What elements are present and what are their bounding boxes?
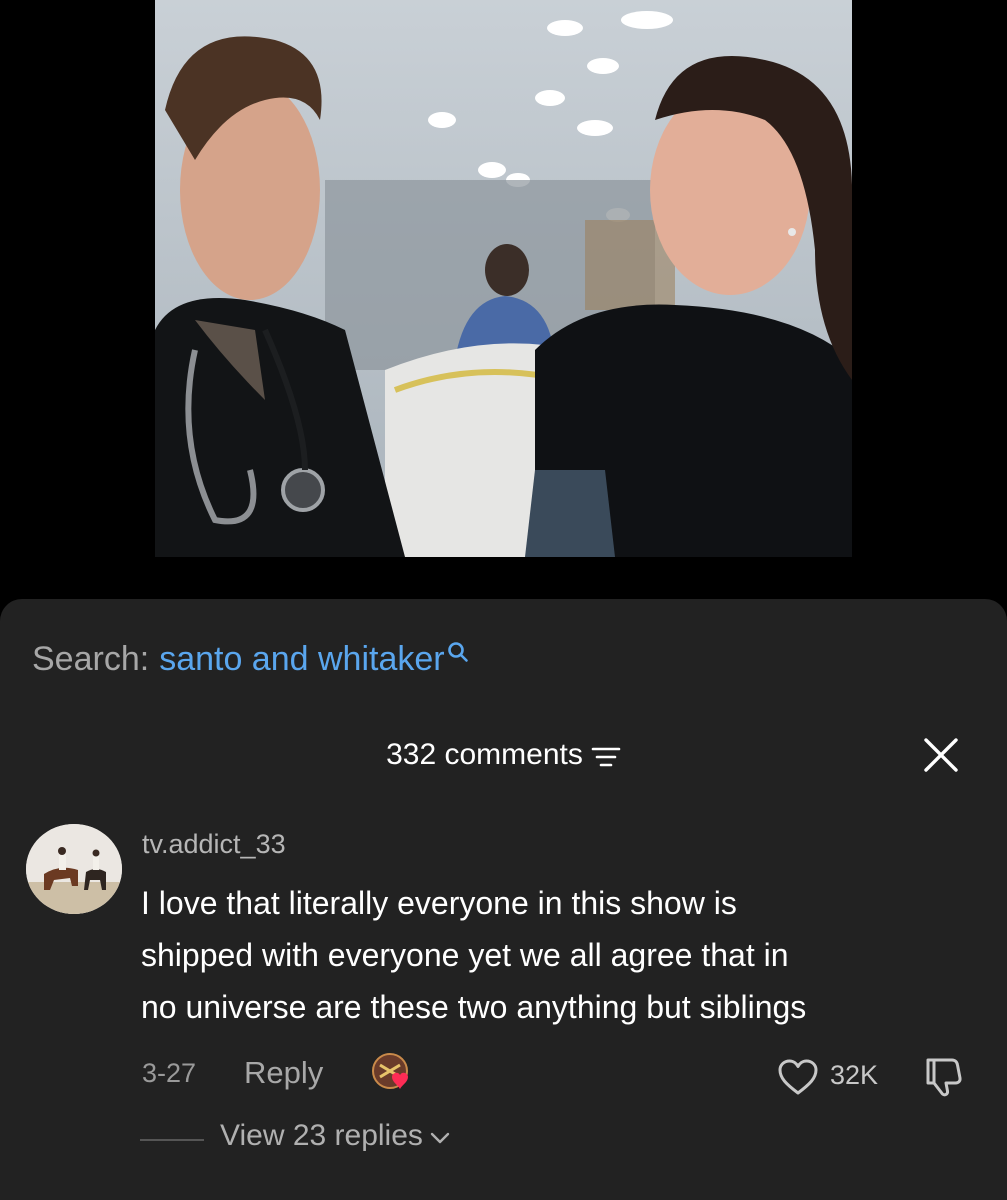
like-count: 32K [830,1060,879,1090]
avatar[interactable] [26,824,122,914]
replies-divider [140,1139,204,1141]
search-prefix-label: Search: [32,640,150,678]
comment-username[interactable]: tv.addict_33 [142,829,286,860]
comment-text-line: I love that literally everyone in this s… [141,885,737,921]
comments-header: 332 comments [0,735,1007,775]
video-frame[interactable] [155,0,852,557]
comment-text: I love that literally everyone in this s… [141,877,991,1033]
comments-sheet: Search: santo and whitaker 332 comments [0,599,1007,1200]
search-icon[interactable] [447,641,469,663]
view-replies-label: View 23 replies [220,1119,423,1152]
chevron-down-icon [430,1132,450,1144]
sort-icon[interactable] [591,745,621,769]
video-still-image [155,0,852,557]
dislike-icon[interactable] [920,1054,966,1098]
search-term-link[interactable]: santo and whitaker [159,639,444,679]
search-suggestion[interactable]: Search: santo and whitaker [32,639,469,679]
comment-date: 3-27 [142,1058,197,1088]
comments-count-label: 332 comments [386,738,583,771]
creator-liked-icon [372,1053,408,1089]
comment-text-line: no universe are these two anything but s… [141,989,807,1025]
heart-icon[interactable] [776,1057,820,1097]
reply-button[interactable]: Reply [244,1055,323,1091]
comment-text-line: shipped with everyone yet we all agree t… [141,937,789,973]
view-replies-button[interactable]: View 23 replies [220,1119,451,1153]
close-icon[interactable] [923,737,959,773]
avatar-image [26,824,122,914]
